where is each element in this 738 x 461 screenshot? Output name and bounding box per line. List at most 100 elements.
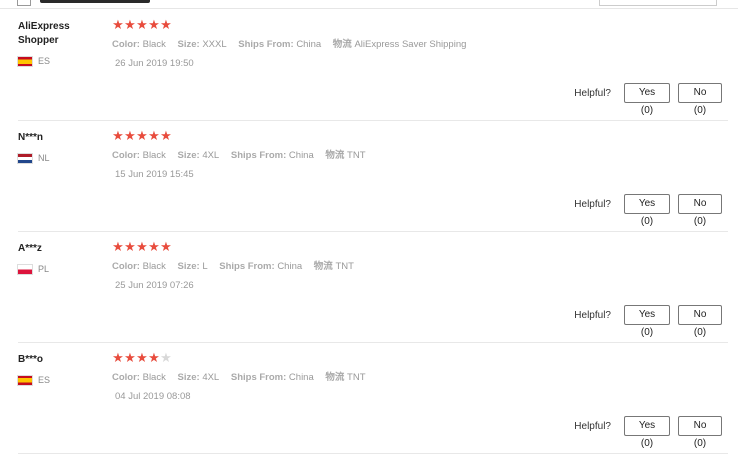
helpful-no-button[interactable]: No (0) [678,83,722,116]
reviewer-name-line1: N***n [18,132,44,143]
logistics-value: TNT [347,150,366,161]
reviewer-name-line1: AliExpress [18,21,70,32]
helpful-yes-button[interactable]: Yes (0) [624,305,670,338]
color-label: Color: [112,372,140,383]
star-icon: ★ [136,128,148,143]
color-value: Black [142,372,166,383]
ships-from-value: China [296,39,322,50]
helpful-no-button[interactable]: No (0) [678,305,722,338]
star-icon: ★ [148,350,160,365]
star-icon: ★ [124,350,136,365]
star-icon: ★ [124,239,136,254]
poland-flag-icon [18,264,32,274]
color-value: Black [142,261,166,272]
helpful-label: Helpful? [574,198,611,210]
star-rating: ★ ★ ★ ★ ★ [112,239,172,254]
product-attributes: Color: Black Size: L Ships From: China 物… [112,261,363,273]
star-icon: ★ [160,350,172,365]
star-rating: ★ ★ ★ ★ ★ [112,17,172,32]
helpful-voting: Helpful? Yes (0) No (0) [574,194,722,227]
spain-flag-icon [18,375,32,385]
star-icon: ★ [112,350,124,365]
helpful-no-button[interactable]: No (0) [678,194,722,227]
size-label: Size: [177,39,200,50]
helpful-yes-button[interactable]: Yes (0) [624,416,670,449]
star-rating: ★ ★ ★ ★ ★ [112,128,172,143]
reviewer-country: ES [18,55,50,67]
color-label: Color: [112,150,140,161]
star-icon: ★ [160,239,172,254]
star-rating: ★ ★ ★ ★ ★ [112,350,172,365]
product-attributes: Color: Black Size: 4XL Ships From: China… [112,372,375,384]
star-icon: ★ [112,17,124,32]
ships-from-label: Ships From: [230,372,287,383]
sort-select[interactable] [599,0,717,6]
reviewer-name: AliExpress Shopper [18,20,98,48]
size-value: 4XL [202,372,220,383]
star-icon: ★ [124,17,136,32]
helpful-label: Helpful? [574,87,611,99]
ships-from-value: China [288,372,314,383]
logistics-label: 物流 [332,39,352,50]
color-label: Color: [112,39,140,50]
star-icon: ★ [112,239,124,254]
review-date: 04 Jul 2019 08:08 [115,391,191,402]
filter-checkbox[interactable] [17,0,31,6]
helpful-voting: Helpful? Yes (0) No (0) [574,416,722,449]
helpful-yes-button[interactable]: Yes (0) [624,194,670,227]
ships-from-label: Ships From: [238,39,294,50]
star-icon: ★ [148,128,160,143]
reviewer-country: NL [18,152,50,164]
top-toolbar [0,0,738,9]
helpful-voting: Helpful? Yes (0) No (0) [574,305,722,338]
color-value: Black [142,150,166,161]
color-label: Color: [112,261,140,272]
product-attributes: Color: Black Size: 4XL Ships From: China… [112,150,375,162]
reviewer-name: A***z [18,242,98,256]
review-item: B***o ES ★ ★ ★ ★ ★ Color: Black Size: 4XL Sh… [0,343,738,454]
product-attributes: Color: Black Size: XXXL Ships From: Chin… [112,39,475,51]
review-item: N***n NL ★ ★ ★ ★ ★ Color: Black Size: 4XL Sh… [0,121,738,232]
review-date: 15 Jun 2019 15:45 [115,169,194,180]
logistics-label: 物流 [313,261,333,272]
ships-from-value: China [277,261,303,272]
logistics-value: TNT [347,372,366,383]
helpful-voting: Helpful? Yes (0) No (0) [574,83,722,116]
ships-from-value: China [288,150,314,161]
star-icon: ★ [148,239,160,254]
helpful-label: Helpful? [574,309,611,321]
size-value: L [202,261,208,272]
review-date: 25 Jun 2019 07:26 [115,280,194,291]
country-code: ES [38,56,51,66]
star-icon: ★ [160,17,172,32]
reviewer-country: ES [18,374,50,386]
country-code: NL [38,153,50,163]
reviewer-name-line1: A***z [18,243,42,254]
helpful-no-button[interactable]: No (0) [678,416,722,449]
size-label: Size: [177,372,200,383]
logistics-label: 物流 [325,372,345,383]
logistics-value: TNT [335,261,354,272]
size-value: 4XL [202,150,220,161]
netherlands-flag-icon [18,153,32,163]
star-icon: ★ [136,17,148,32]
reviewer-name: B***o [18,353,98,367]
review-item: A***z PL ★ ★ ★ ★ ★ Color: Black Size: L Ship… [0,232,738,343]
star-icon: ★ [160,128,172,143]
star-icon: ★ [136,239,148,254]
review-item: AliExpress Shopper ES ★ ★ ★ ★ ★ Color: Black… [0,10,738,121]
reviewer-name-line1: B***o [18,354,44,365]
star-icon: ★ [136,350,148,365]
helpful-yes-button[interactable]: Yes (0) [624,83,670,116]
ships-from-label: Ships From: [230,150,287,161]
review-divider [18,453,728,454]
helpful-label: Helpful? [574,420,611,432]
size-label: Size: [177,150,200,161]
logistics-label: 物流 [325,150,345,161]
spain-flag-icon [18,56,32,66]
ships-from-label: Ships From: [219,261,275,272]
star-icon: ★ [124,128,136,143]
size-value: XXXL [202,39,227,50]
review-date: 26 Jun 2019 19:50 [115,58,194,69]
country-code: ES [38,375,51,385]
